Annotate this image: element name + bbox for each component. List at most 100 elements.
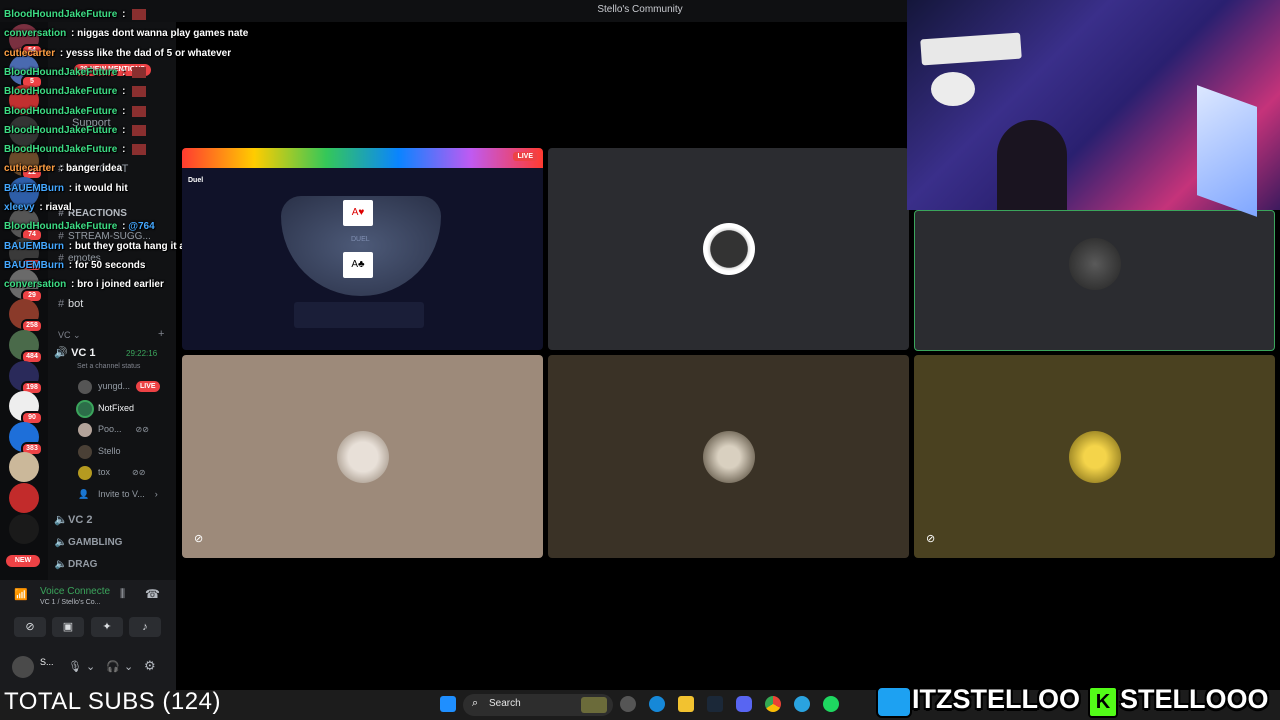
voice-status: Voice Connecte [40, 586, 111, 597]
avatar [78, 401, 92, 416]
chat-separator: : [57, 163, 67, 175]
noise-icon[interactable]: ⫼ [120, 588, 125, 601]
card-icon: A♥ [343, 200, 373, 226]
vc-user[interactable]: Stello [78, 441, 121, 461]
channel-status[interactable]: Set a channel status [77, 363, 140, 370]
taskbar-search[interactable]: ⌕ Search [463, 694, 613, 716]
channel-label: VC 1 [71, 347, 96, 359]
headphones-icon[interactable]: 🎧 [106, 660, 120, 673]
channel-bot[interactable]: # bot [54, 295, 172, 313]
muted-icon: ⊘⊘ [132, 468, 146, 477]
chat-separator: : [66, 240, 75, 252]
emote-icon [132, 144, 147, 156]
channel-vc2[interactable]: 🔈VC 2 [54, 511, 172, 529]
bet-panel[interactable] [294, 302, 424, 328]
invite-label: Invite to V... [98, 489, 145, 499]
chat-message: conversation : niggas dont wanna play ga… [4, 28, 248, 39]
vc-user[interactable]: NotFixed [78, 398, 134, 418]
channel-label: VC 2 [68, 514, 93, 526]
camera-off-button[interactable]: ⊘ [14, 617, 46, 637]
app-icon[interactable] [620, 696, 636, 712]
chat-message: conversation : bro i joined earlier [4, 279, 164, 290]
video-tile[interactable] [548, 355, 909, 558]
speaker-icon: 🔈 [54, 514, 68, 526]
avatar [78, 444, 92, 459]
blackjack-table: A♥ A♣ DUEL [281, 196, 441, 296]
avatar [78, 379, 92, 394]
vc-timer: 29:22:16 [126, 349, 158, 358]
avatar [1068, 430, 1121, 483]
server-icon[interactable]: 258 [9, 299, 43, 334]
telegram-icon[interactable] [794, 696, 810, 712]
invite-to-vc[interactable]: 👤 Invite to V... › [78, 484, 158, 504]
chat-separator: : [119, 124, 129, 136]
chat-message: cutiecarter : banger idea [4, 163, 122, 174]
server-icon[interactable]: 484 [9, 330, 43, 364]
user-name: S... [40, 657, 54, 667]
windows-start-icon[interactable] [440, 696, 456, 712]
chat-message: BloodHoundJakeFuture : [4, 9, 147, 20]
chat-separator: : [119, 86, 129, 98]
chat-username: xleevy [4, 202, 35, 213]
new-pill[interactable]: NEW [6, 555, 40, 567]
settings-gear-icon[interactable]: ⚙ [144, 658, 156, 674]
live-badge: LIVE [513, 152, 537, 161]
chat-text: it would hit [74, 182, 128, 194]
emote-icon [132, 66, 147, 78]
wall-sign [920, 32, 1022, 66]
screenshare-tile[interactable]: LIVE Duel A♥ A♣ DUEL [182, 148, 543, 350]
chat-username: cutiecarter [4, 47, 56, 59]
channel-label: bot [68, 298, 84, 310]
server-icon[interactable]: 383 [9, 421, 43, 456]
chat-username: BloodHoundJakeFuture [4, 221, 118, 233]
vc-user-name: Stello [98, 446, 121, 456]
server-icon[interactable]: 90 [9, 391, 43, 426]
monitor [1197, 85, 1257, 217]
category-vc[interactable]: VC ⌄ [58, 330, 81, 341]
chat-username: conversation [4, 279, 67, 291]
soundboard-button[interactable]: ♪ [129, 617, 161, 637]
speaker-icon: 🔈 [54, 559, 68, 570]
vc-user[interactable]: tox ⊘⊘ [78, 462, 145, 482]
chat-message: BloodHoundJakeFuture : [4, 66, 147, 78]
video-tile[interactable]: ⊘ [182, 355, 543, 558]
avatar [78, 422, 92, 437]
activities-button[interactable]: ✦ [91, 617, 123, 637]
kick-handle: STELLOOO [1120, 684, 1269, 714]
server-icon[interactable] [9, 452, 39, 483]
steam-icon[interactable] [707, 696, 723, 712]
chat-message: BloodHoundJakeFuture : [4, 124, 147, 136]
add-channel-icon[interactable]: + [158, 328, 164, 340]
avatar [1068, 237, 1121, 290]
screen-share-button[interactable]: ▣ [52, 617, 84, 637]
chat-username: BloodHoundJakeFuture [4, 124, 118, 136]
channel-gambling[interactable]: 🔈GAMBLING [54, 534, 172, 552]
chat-message: BloodHoundJakeFuture : [4, 86, 147, 98]
video-tile[interactable]: ⊘ [914, 355, 1275, 558]
avatar[interactable] [12, 656, 34, 678]
server-icon[interactable] [9, 513, 39, 544]
chevron-right-icon: › [154, 489, 158, 499]
file-explorer-icon[interactable] [678, 696, 694, 712]
channel-drag[interactable]: 🔈DRAG [54, 556, 172, 574]
chrome-icon[interactable] [765, 696, 781, 712]
mic-icon[interactable]: 🎙 [68, 660, 82, 673]
vc-user[interactable]: Poo... ⊘⊘ [78, 419, 149, 439]
live-badge: LIVE [136, 381, 160, 393]
voice-channel[interactable]: VC 1 / Stello's Co... [40, 599, 100, 606]
chevron-down-icon[interactable]: ⌄ [86, 660, 95, 673]
disconnect-icon[interactable]: ☎ [145, 587, 160, 601]
video-tile-speaking[interactable] [914, 210, 1275, 351]
chevron-down-icon[interactable]: ⌄ [124, 660, 133, 673]
chat-separator: : [68, 279, 78, 291]
chat-username: BloodHoundJakeFuture [4, 86, 118, 98]
site-logo: Duel [188, 177, 204, 184]
video-tile[interactable] [548, 148, 909, 350]
vc-user[interactable]: yungd... LIVE [78, 376, 160, 396]
server-icon[interactable]: 198 [9, 360, 43, 395]
server-icon[interactable] [9, 483, 39, 513]
discord-icon[interactable] [736, 696, 752, 712]
emote-icon [132, 86, 147, 98]
spotify-icon[interactable] [823, 696, 839, 712]
edge-icon[interactable] [649, 696, 665, 712]
